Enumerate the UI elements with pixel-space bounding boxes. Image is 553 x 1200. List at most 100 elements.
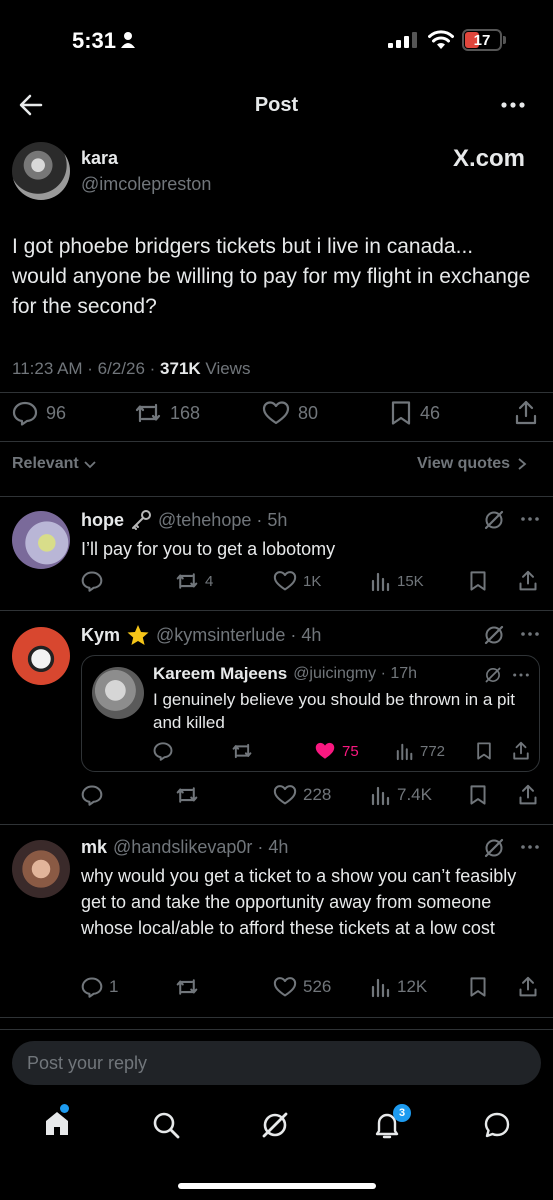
share-icon[interactable] <box>512 740 530 762</box>
sort-relevant-dropdown[interactable]: Relevant <box>12 455 97 473</box>
tab-home[interactable] <box>42 1104 72 1138</box>
reply-button[interactable]: 1 <box>81 976 118 998</box>
repost-count: 4 <box>205 572 214 590</box>
grok-icon[interactable] <box>483 624 505 646</box>
quoted-views-button[interactable]: 772 <box>396 741 445 761</box>
heart-icon <box>273 977 297 997</box>
reply-icon <box>81 785 103 806</box>
view-count: 772 <box>420 742 446 760</box>
reply-icon <box>153 742 173 761</box>
repost-icon <box>232 743 252 759</box>
more-options-icon[interactable] <box>520 629 540 639</box>
views-button[interactable]: 7.4K <box>371 784 432 806</box>
author-handle[interactable]: @imcolepreston <box>81 174 211 195</box>
divider <box>0 1029 553 1030</box>
reply-author-name[interactable]: mk <box>81 837 107 858</box>
bookmark-icon[interactable] <box>469 570 487 592</box>
unread-dot <box>60 1104 69 1113</box>
more-options-icon[interactable] <box>520 514 540 524</box>
divider <box>0 496 553 497</box>
quoted-repost-button[interactable] <box>231 741 253 761</box>
reply-avatar[interactable] <box>12 627 70 685</box>
bookmark-icon[interactable] <box>476 741 492 761</box>
share-icon[interactable] <box>518 569 538 593</box>
view-quotes-link[interactable]: View quotes <box>417 455 528 473</box>
view-count: 371K <box>160 359 201 378</box>
reply-avatar[interactable] <box>12 511 70 569</box>
reply-author-name[interactable]: Kym <box>81 625 120 646</box>
divider <box>0 824 553 825</box>
post-timestamp: 11:23 AM · 6/2/26 · <box>12 359 161 378</box>
sort-label: Relevant <box>12 455 79 472</box>
quoted-like-button[interactable]: 75 <box>314 741 359 761</box>
reply-handle[interactable]: @tehehope · 5h <box>158 510 287 531</box>
views-button[interactable]: 15K <box>371 570 424 592</box>
divider <box>0 610 553 611</box>
reply-header: Kym @kymsinterlude · 4h <box>81 624 321 646</box>
bookmark-button[interactable]: 46 <box>390 400 440 426</box>
reply-icon <box>81 977 103 998</box>
status-time: 5:31 <box>72 28 117 53</box>
more-options-icon[interactable] <box>520 842 540 852</box>
bookmark-icon[interactable] <box>469 784 487 806</box>
reply-handle[interactable]: @handslikevap0r · 4h <box>113 837 288 858</box>
grok-icon[interactable] <box>483 509 505 531</box>
repost-button[interactable] <box>175 784 199 806</box>
reply-avatar[interactable] <box>12 840 70 898</box>
views-chart-icon <box>371 786 390 806</box>
grok-icon[interactable] <box>483 837 505 859</box>
search-icon[interactable] <box>151 1110 181 1140</box>
repost-icon <box>176 979 198 995</box>
reply-input[interactable]: Post your reply <box>12 1041 541 1085</box>
notification-badge: 3 <box>393 1104 411 1122</box>
share-icon[interactable] <box>518 783 538 807</box>
reply-author-name[interactable]: hope <box>81 510 124 531</box>
author-name[interactable]: kara <box>81 148 118 169</box>
reply-button[interactable] <box>81 570 103 592</box>
quoted-avatar[interactable] <box>92 667 144 719</box>
repost-count: 168 <box>170 402 201 423</box>
share-icon[interactable] <box>514 399 538 427</box>
like-button[interactable]: 80 <box>262 400 318 426</box>
quoted-reply-button[interactable] <box>153 741 173 761</box>
more-options-icon[interactable] <box>498 92 528 118</box>
home-icon <box>46 1112 68 1135</box>
like-button[interactable]: 526 <box>273 976 331 998</box>
views-chart-icon <box>371 978 390 998</box>
share-icon[interactable] <box>518 975 538 999</box>
bookmark-icon <box>391 401 411 425</box>
messages-icon[interactable] <box>482 1110 512 1140</box>
grok-icon[interactable] <box>260 1110 290 1140</box>
author-avatar[interactable] <box>12 142 70 200</box>
reply-button[interactable]: 96 <box>12 400 66 426</box>
views-chart-icon <box>371 572 390 592</box>
cellular-signal-icon <box>388 32 417 48</box>
view-count: 12K <box>397 977 428 996</box>
quoted-text: I genuinely believe you should be thrown… <box>153 690 515 732</box>
tab-notifications[interactable]: 3 <box>372 1104 411 1140</box>
battery-level: 17 <box>473 32 491 49</box>
source-watermark: X.com <box>453 145 526 172</box>
home-indicator <box>178 1183 376 1189</box>
quoted-author-name[interactable]: Kareem Majeens <box>153 664 287 684</box>
chevron-right-icon <box>518 458 527 470</box>
quoted-handle[interactable]: @juicingmy · 17h <box>293 665 417 683</box>
reply-button[interactable] <box>81 784 103 806</box>
post-text: I got phoebe bridgers tickets but i live… <box>12 235 531 318</box>
like-button[interactable]: 228 <box>273 784 331 806</box>
like-count: 75 <box>342 742 359 760</box>
more-options-icon[interactable] <box>512 670 530 680</box>
star-icon <box>127 625 149 645</box>
like-count: 80 <box>298 402 319 423</box>
repost-button[interactable]: 168 <box>134 400 200 426</box>
like-count: 1K <box>303 572 322 590</box>
like-button[interactable]: 1K <box>273 570 321 592</box>
reply-handle[interactable]: @kymsinterlude · 4h <box>156 625 321 646</box>
divider <box>0 392 553 393</box>
repost-button[interactable] <box>175 976 199 998</box>
view-count: 7.4K <box>397 785 432 804</box>
grok-icon[interactable] <box>484 666 502 684</box>
views-button[interactable]: 12K <box>371 976 427 998</box>
repost-button[interactable]: 4 <box>175 570 213 592</box>
bookmark-icon[interactable] <box>469 976 487 998</box>
